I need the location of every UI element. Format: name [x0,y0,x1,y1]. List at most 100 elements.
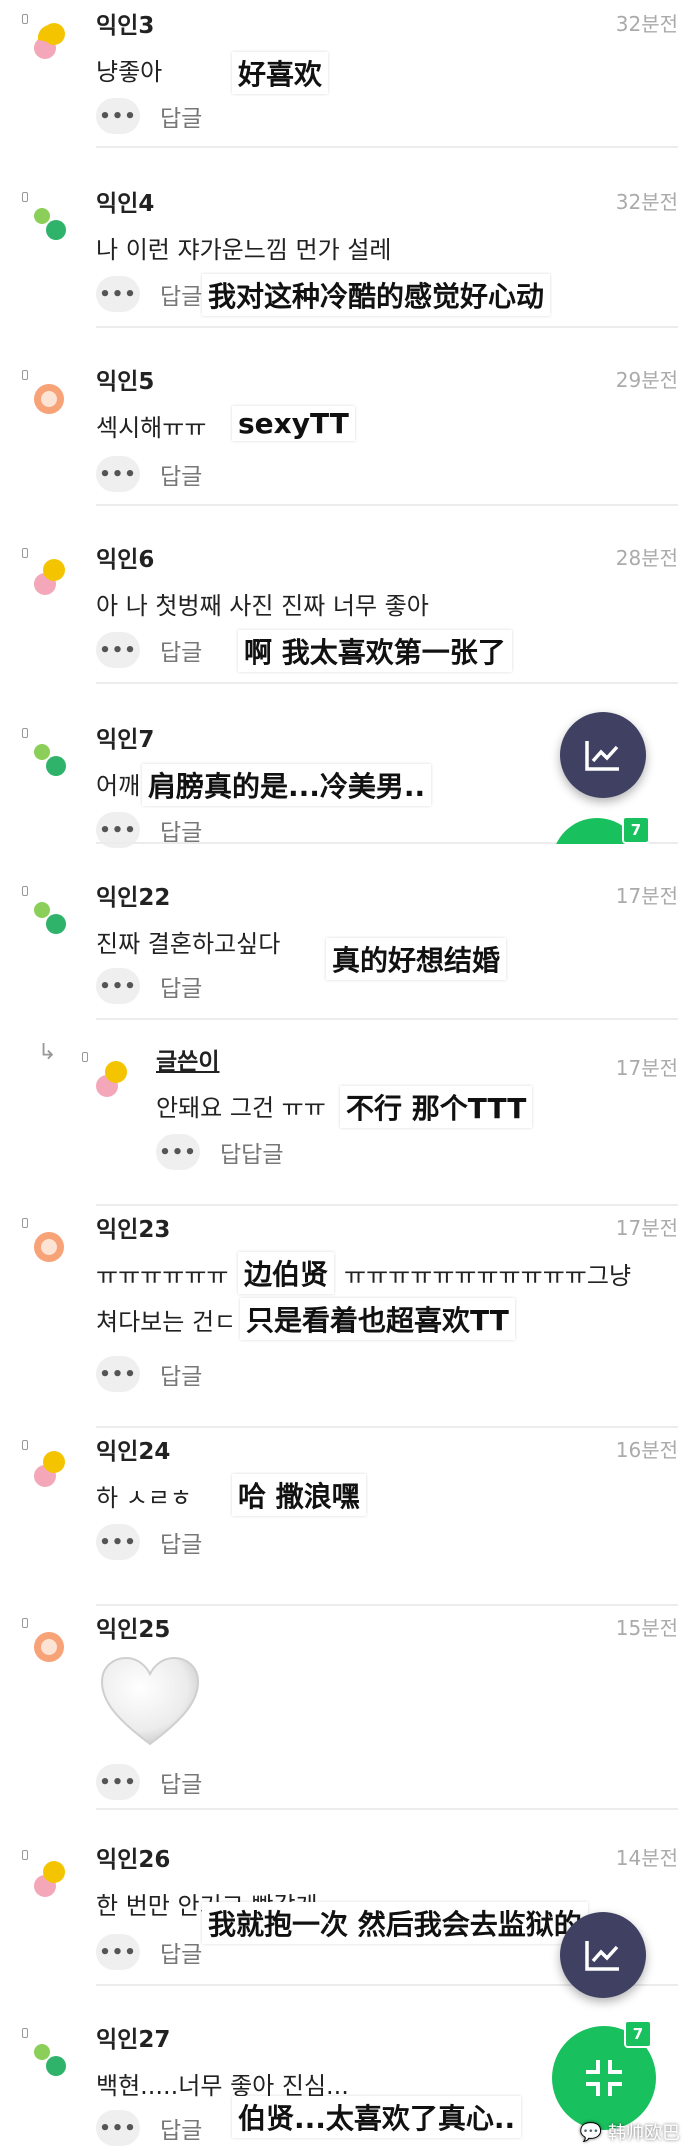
more-button[interactable]: ••• [96,968,140,1004]
comment-author[interactable]: 익인23 [96,1210,170,1244]
avatar [34,1632,64,1662]
comment-item: 익인3 32분전 냥좋아 ••• 답글 好喜欢 [0,0,690,148]
translation-caption: 不行 那个TTT [340,1086,533,1128]
comment-actions: ••• 답글 [96,1934,202,1970]
comment-actions: ••• 답글 [96,968,202,1004]
comment-item: 익인6 28분전 아 나 첫벙째 사진 진짜 너무 좋아 ••• 답글 啊 我太… [0,506,690,684]
more-button[interactable]: ••• [96,1524,140,1560]
comment-author[interactable]: 익인25 [96,1610,170,1644]
comment-text: 나 이런 쟈가운느낌 먼가 설레 [96,236,392,264]
comment-time: 28분전 [615,546,678,570]
reply-button[interactable]: 답글 [160,969,202,1003]
comment-time: 14분전 [615,1846,678,1870]
trending-chart-button[interactable] [560,1912,646,1998]
avatar [34,902,66,934]
reply-button[interactable]: 답글 [160,1357,202,1391]
comment-author[interactable]: 익인22 [96,878,170,912]
watermark-text: 韩帅欧巴 [608,2123,680,2144]
comment-text: 아 나 첫벙째 사진 진짜 너무 좋아 [96,592,429,620]
comment-actions: ••• 답글 [96,2110,202,2146]
comment-text: ㅠㅠㅠㅠㅠㅠ [96,1262,229,1290]
translation-caption: 好喜欢 [232,52,329,94]
reply-button[interactable]: 답글 [160,1935,202,1969]
comment-time: 17분전 [615,1056,678,1080]
translation-caption: 肩膀真的是...冷美男.. [142,764,432,806]
reply-button[interactable]: 답글 [160,633,202,667]
more-button[interactable]: ••• [96,456,140,492]
more-button[interactable]: ••• [96,632,140,668]
comment-item: 익인5 29분전 섹시해ㅠㅠ ••• 답글 sexyTT [0,328,690,506]
comment-author[interactable]: 익인26 [96,1840,170,1874]
reply-button[interactable]: 답글 [160,1765,202,1799]
comment-author[interactable]: 익인7 [96,720,154,754]
comment-author[interactable]: 익인5 [96,362,154,396]
comment-time: 29분전 [615,368,678,392]
more-button[interactable]: ••• [96,1934,140,1970]
comment-actions: ••• 답글 [96,98,202,134]
comment-author[interactable]: 익인24 [96,1432,170,1466]
translation-caption: 哈 撒浪嘿 [232,1474,366,1516]
reply-button[interactable]: 답글 [160,1525,202,1559]
wechat-icon: 💬 [579,2121,602,2143]
translation-caption: 只是看着也超喜欢TT [240,1298,515,1340]
comment-item: 익인23 17분전 ㅠㅠㅠㅠㅠㅠ ㅠㅠㅠㅠㅠㅠㅠㅠㅠㅠㅠ그냥 쳐다보는 건ㄷ •… [0,1206,690,1428]
comment-time: 32분전 [615,190,678,214]
collapse-arrows-icon [586,2060,622,2096]
reply-button[interactable]: 답글 [160,99,202,133]
translation-caption: 我对这种冷酷的感觉好心动 [202,274,551,316]
comment-author[interactable]: 익인4 [96,184,154,218]
comment-item: 익인22 17분전 진짜 결혼하고싶다 ••• 답글 真的好想结婚 [0,844,690,1020]
comment-actions: ••• 답글 [96,456,202,492]
comment-time: 32분전 [615,12,678,36]
comment-actions: ••• 답글 [96,1764,202,1800]
translation-caption: 边伯贤 [238,1252,335,1294]
heart-sticker-icon [100,1656,200,1746]
translation-caption: sexyTT [232,406,355,441]
avatar [34,744,66,776]
avatar [34,208,66,240]
comment-text: 하 ㅅㄹㅎ [96,1484,192,1512]
comment-author[interactable]: 글쓴이 [156,1042,219,1076]
comment-text: 어깨 [96,772,141,800]
comment-actions: ••• 답글 [96,1356,202,1392]
translation-caption: 我就抱一次 然后我会去监狱的 [202,1902,588,1944]
comment-author[interactable]: 익인27 [96,2020,170,2054]
more-button[interactable]: ••• [96,98,140,134]
translation-caption: 啊 我太喜欢第一张了 [238,630,512,672]
avatar [34,384,64,414]
chart-trend-icon [585,741,619,771]
comment-author[interactable]: 익인3 [96,6,154,40]
more-button[interactable]: ••• [96,1764,140,1800]
reply-item: ↳ 글쓴이 17분전 안돼요 그건 ㅠㅠ ••• 답답글 不行 那个TTT [0,1020,690,1206]
reply-arrow-icon: ↳ [38,1040,57,1065]
reply-reply-button[interactable]: 답답글 [220,1135,283,1169]
comment-text-tail: ㅠㅠㅠㅠㅠㅠㅠㅠㅠㅠㅠ그냥 [344,1262,632,1290]
avatar [34,2044,66,2076]
more-button[interactable]: ••• [96,1356,140,1392]
comment-item: 익인4 32분전 나 이런 쟈가운느낌 먼가 설레 ••• 답글 我对这种冷酷的… [0,148,690,328]
comment-item: 익인24 16분전 하 ㅅㄹㅎ ••• 답글 哈 撒浪嘿 [0,1428,690,1606]
notification-badge: 7 [622,816,650,844]
more-button[interactable]: ••• [96,2110,140,2146]
avatar [34,1451,65,1487]
watermark: 💬 韩帅欧巴 [580,2119,680,2145]
comment-item: 익인25 15분전 ••• 답글 [0,1606,690,1810]
comment-actions: ••• 답글 [96,632,202,668]
comment-text: 냥좋아 [96,58,163,86]
comment-text: 섹시해ㅠㅠ [96,414,207,442]
avatar [34,23,65,59]
comment-text-line2: 쳐다보는 건ㄷ [96,1308,237,1336]
avatar [34,1232,64,1262]
pin-icon [82,1052,88,1062]
comment-time: 17분전 [615,884,678,908]
avatar [34,1861,65,1897]
more-button[interactable]: ••• [156,1134,200,1170]
more-button[interactable]: ••• [96,276,140,312]
avatar [34,559,65,595]
reply-button[interactable]: 답글 [160,457,202,491]
trending-chart-button[interactable] [560,712,646,798]
reply-button[interactable]: 답글 [160,2111,202,2145]
comment-author[interactable]: 익인6 [96,540,154,574]
comment-time: 16분전 [615,1438,678,1462]
reply-button[interactable]: 답글 [160,277,202,311]
